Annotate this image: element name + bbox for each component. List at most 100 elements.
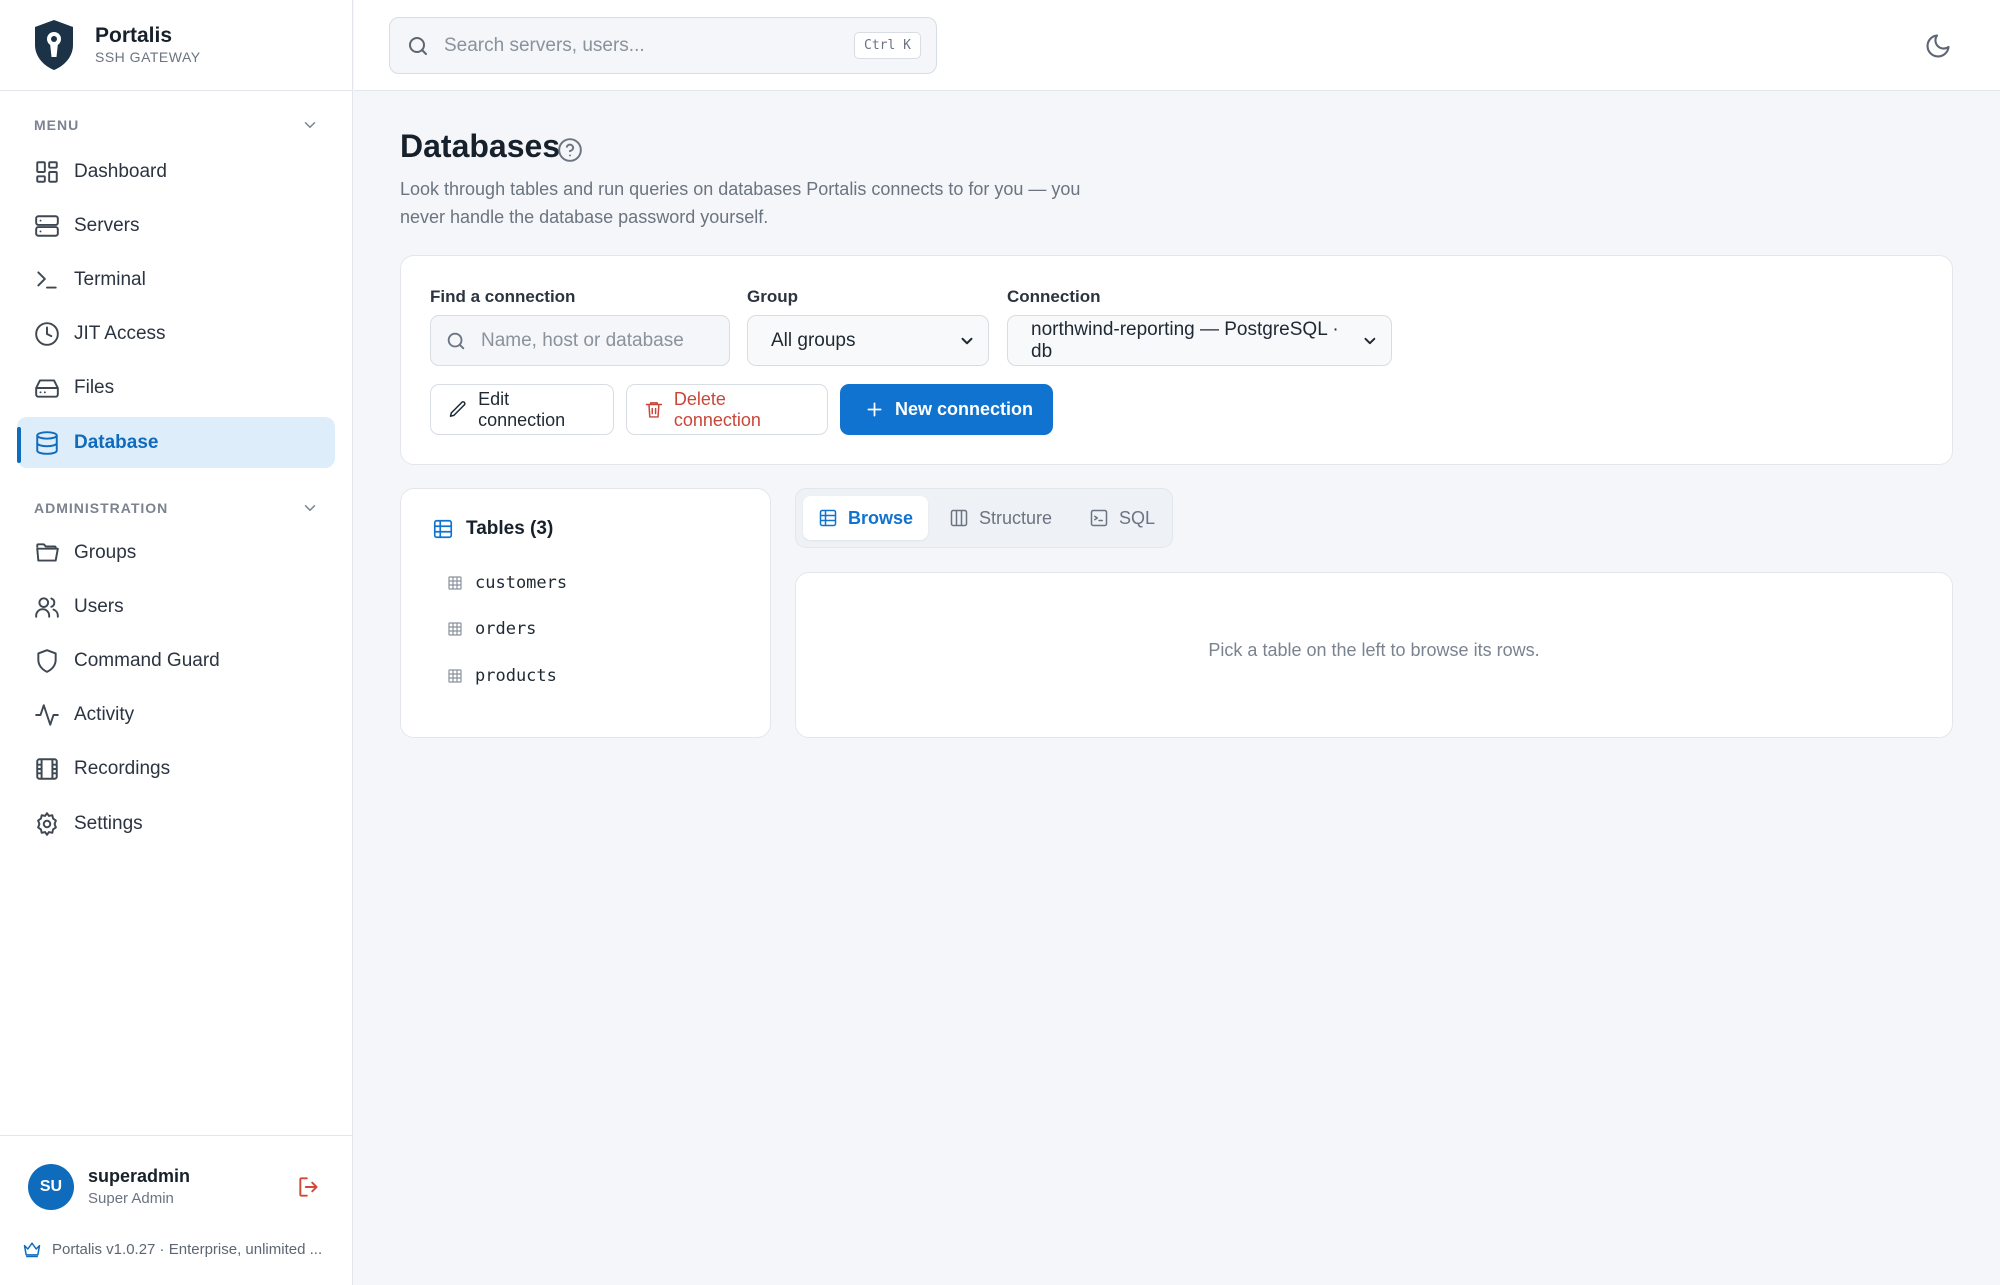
keyhole-shield-logo-icon [35,20,73,70]
version-text: Portalis v1.0.27 · Enterprise, unlimited… [52,1240,323,1258]
activity-icon [35,703,59,726]
find-connection-placeholder: Name, host or database [481,329,684,351]
find-connection-label: Find a connection [430,287,576,306]
sidebar-item-label: Activity [74,703,135,725]
avatar[interactable]: SU [28,1164,74,1210]
table-icon [448,576,462,590]
connection-label: Connection [1007,287,1101,306]
connection-select-value: northwind-reporting — PostgreSQL · db [1031,318,1339,362]
chevron-down-icon [961,337,973,344]
sidebar-item-terminal[interactable]: Terminal [17,254,335,305]
sidebar-item-database[interactable]: Database [17,417,335,468]
table-icon [448,622,462,636]
find-connection-input[interactable]: Name, host or database [430,315,730,366]
menu-section-header[interactable]: MENU [34,116,319,134]
chevron-down-icon [304,505,316,511]
page-title: Databases [400,128,561,164]
sidebar-item-label: Groups [74,541,137,563]
hard-drive-icon [35,378,59,398]
clock-icon [35,321,59,346]
table-icon [433,519,453,539]
sidebar-item-dashboard[interactable]: Dashboard [17,146,335,197]
sidebar-item-settings[interactable]: Settings [17,798,335,849]
table-list-item-products[interactable]: products [447,666,557,686]
search-icon [409,36,427,55]
chevron-down-icon [1364,337,1376,344]
connection-select[interactable]: northwind-reporting — PostgreSQL · db [1007,315,1392,366]
edit-connection-label: Edit connection [478,388,566,430]
group-select-value: All groups [771,329,856,351]
search-placeholder: Search servers, users... [444,34,645,56]
sidebar-item-label: Users [74,595,124,617]
terminal-square-icon [1090,509,1108,527]
chevron-down-icon [304,122,316,128]
table-name: orders [475,619,537,639]
administration-heading: ADMINISTRATION [34,500,169,516]
logout-icon[interactable] [296,1174,322,1200]
view-tabs: Browse Structure SQL [795,488,1173,548]
sidebar-item-command-guard[interactable]: Command Guard [17,635,335,686]
sidebar: Portalis SSH GATEWAY MENU Dashboard Serv… [0,0,353,1285]
administration-section-header[interactable]: ADMINISTRATION [34,499,319,517]
global-search[interactable]: Search servers, users... Ctrl K [389,17,937,74]
gear-icon [37,811,57,836]
sidebar-item-label: Recordings [74,757,171,779]
tab-label: Browse [848,507,914,528]
moon-icon[interactable] [1924,32,1952,60]
server-icon [35,214,59,237]
delete-connection-button[interactable]: Delete connection [626,384,828,435]
sidebar-item-users[interactable]: Users [17,581,335,632]
user-name: superadmin [88,1166,191,1186]
sidebar-item-label: Settings [74,812,143,834]
terminal-icon [37,270,57,289]
active-indicator [17,427,21,463]
trash-icon [645,402,663,418]
columns-icon [950,509,968,527]
sidebar-item-label: Files [74,376,115,398]
database-icon [36,430,58,455]
sidebar-item-jit-access[interactable]: JIT Access [17,308,335,359]
help-icon[interactable] [557,137,583,163]
sidebar-item-label: Dashboard [74,160,167,182]
table-list-item-customers[interactable]: customers [447,573,567,593]
sidebar-item-label: Database [74,431,159,453]
shield-icon [37,648,57,673]
table-name: products [475,666,557,686]
tab-label: Structure [979,507,1053,528]
topbar: Search servers, users... Ctrl K [354,0,2000,91]
sidebar-item-activity[interactable]: Activity [17,689,335,740]
search-icon [447,332,465,349]
dashboard-icon [36,160,58,183]
sidebar-item-recordings[interactable]: Recordings [17,743,335,794]
brand[interactable]: Portalis SSH GATEWAY [0,0,352,91]
sidebar-item-label: Terminal [74,268,146,290]
edit-connection-button[interactable]: Edit connection [430,384,614,435]
sidebar-item-label: Servers [74,214,140,236]
brand-name: Portalis [95,24,173,47]
sidebar-item-groups[interactable]: Groups [17,527,335,578]
user-role: Super Admin [88,1190,174,1207]
delete-connection-label: Delete connection [673,388,761,430]
user-panel: SU superadmin Super Admin Portalis v1.0.… [0,1135,353,1285]
group-label: Group [747,287,798,306]
tab-sql[interactable]: SQL [1074,496,1170,540]
tab-browse[interactable]: Browse [803,496,929,540]
crown-icon [23,1242,41,1258]
page-description: Look through tables and run queries on d… [400,179,1081,227]
group-select[interactable]: All groups [747,315,989,366]
tab-label: SQL [1119,507,1156,528]
new-connection-button[interactable]: New connection [840,384,1053,435]
menu-heading: MENU [34,117,80,133]
tab-structure[interactable]: Structure [934,496,1067,540]
browse-empty-message: Pick a table on the left to browse its r… [1208,640,1540,660]
sidebar-item-servers[interactable]: Servers [17,200,335,251]
folder-icon [36,542,59,562]
brand-subtitle: SSH GATEWAY [95,49,201,65]
sidebar-item-files[interactable]: Files [17,362,335,413]
version-info: Portalis v1.0.27 · Enterprise, unlimited… [22,1239,337,1259]
table-list-item-orders[interactable]: orders [447,619,536,639]
table-icon [819,509,837,527]
users-icon [35,596,59,618]
new-connection-label: New connection [895,399,1034,419]
sidebar-item-label: JIT Access [74,322,166,344]
